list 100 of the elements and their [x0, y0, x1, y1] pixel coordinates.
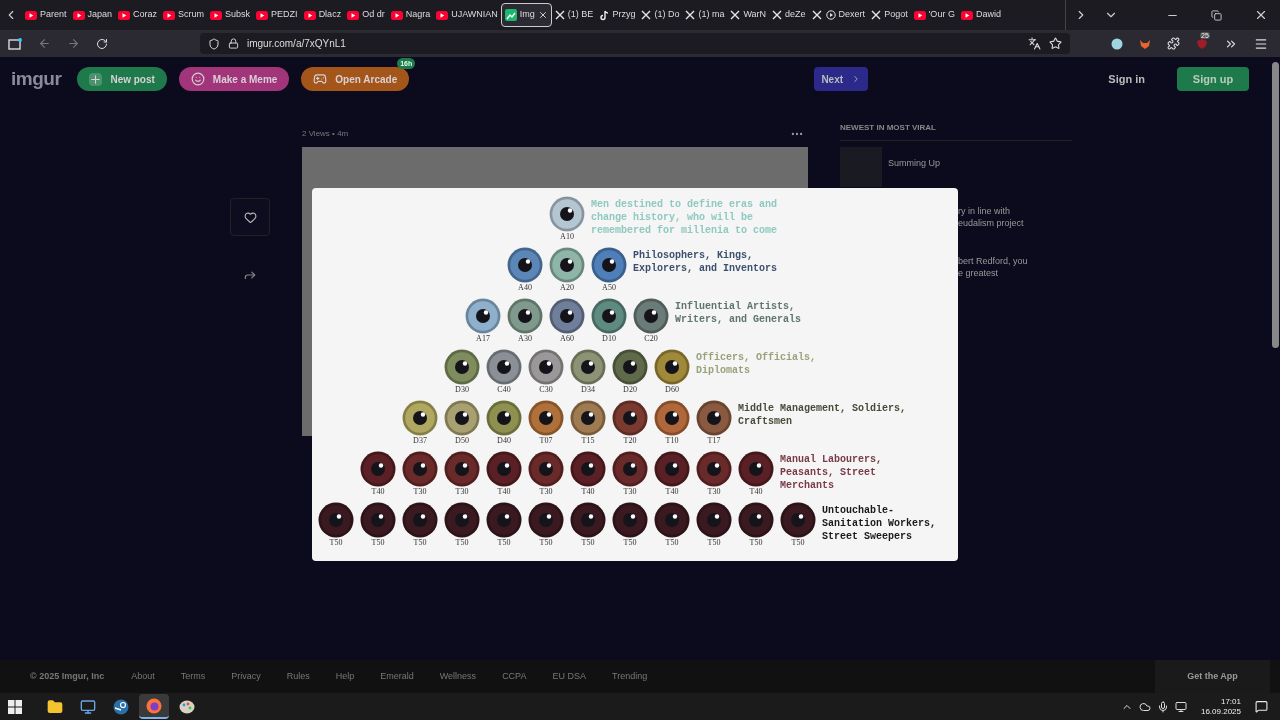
close-icon[interactable]: [537, 10, 548, 20]
footer-link[interactable]: Wellness: [439, 669, 477, 684]
fox-extension-icon[interactable]: [1139, 37, 1151, 50]
header-action-button[interactable]: Make a Meme: [178, 67, 290, 91]
browser-tab[interactable]: Subsk: [207, 3, 254, 27]
header-action-button[interactable]: Open Arcade: [301, 67, 410, 91]
browser-tab[interactable]: Przyg: [596, 3, 639, 27]
folder-icon[interactable]: [47, 698, 63, 715]
footer-link[interactable]: Help: [335, 669, 355, 684]
browser-tab[interactable]: WarN: [727, 3, 770, 27]
eye-code-label: A40: [518, 283, 532, 293]
share-arrow-icon[interactable]: [243, 268, 257, 282]
globe-extension-icon[interactable]: [1111, 37, 1123, 50]
smile-icon: [190, 72, 205, 86]
browser-tab[interactable]: deZe: [769, 3, 809, 27]
get-app-button[interactable]: Get the App: [1155, 660, 1270, 693]
tab-title: UJAWNIAN: [451, 8, 498, 22]
footer-link[interactable]: Rules: [286, 669, 310, 684]
eye-code-label: T30: [413, 487, 427, 497]
translate-icon[interactable]: [1028, 37, 1041, 50]
video-logo-icon: [390, 10, 403, 20]
footer-link[interactable]: Emerald: [380, 669, 414, 684]
gamepad-icon: [313, 72, 328, 86]
header-action-button[interactable]: New post: [77, 67, 167, 91]
viral-post-title: Summing Up: [888, 157, 941, 169]
music-note-icon: [599, 9, 610, 21]
browser-tab[interactable]: Dawid: [957, 3, 1004, 27]
browser-tab[interactable]: Japan: [69, 3, 116, 27]
back-icon[interactable]: [38, 37, 51, 50]
network-icon[interactable]: [1174, 700, 1187, 713]
extensions-icon[interactable]: [1167, 37, 1180, 50]
browser-tab[interactable]: 'Our G: [910, 3, 958, 27]
eye-code-label: T30: [707, 487, 721, 497]
fox-globe-icon[interactable]: [146, 697, 162, 714]
viral-post-title: bert Redford, you: [958, 255, 1028, 267]
browser-tab[interactable]: Scrum: [160, 3, 208, 27]
browser-tab[interactable]: PEDZI: [253, 3, 301, 27]
copyright-text: © 2025 Imgur, Inc: [30, 669, 105, 683]
footer-link[interactable]: Privacy: [231, 669, 261, 684]
video-logo-icon: [436, 10, 449, 20]
shield-extension-icon[interactable]: [1196, 37, 1208, 50]
forward-icon[interactable]: [67, 37, 80, 50]
browser-tab[interactable]: Dlacz: [300, 3, 345, 27]
like-button[interactable]: [230, 198, 270, 236]
browser-tab[interactable]: Pogot: [868, 3, 911, 27]
windows-start-icon[interactable]: [8, 699, 22, 714]
address-bar[interactable]: imgur.com/a/7xQYnL1: [200, 33, 1070, 54]
sidebar-toggle-icon[interactable]: [8, 37, 22, 50]
close-icon[interactable]: [1254, 8, 1268, 22]
notifications-icon[interactable]: [1255, 700, 1268, 713]
browser-tab[interactable]: Parent: [22, 3, 70, 27]
browser-tab[interactable]: Coraz: [115, 3, 161, 27]
thumbnail-placeholder: [840, 147, 882, 187]
sign-in-link[interactable]: Sign in: [1108, 70, 1145, 88]
next-button[interactable]: Next: [814, 67, 869, 91]
shield-icon[interactable]: [208, 37, 220, 50]
browser-tab[interactable]: Od dr: [344, 3, 388, 27]
eye-code-label: D37: [413, 436, 427, 446]
x-logo-icon: [871, 10, 882, 20]
footer-link[interactable]: Trending: [612, 669, 648, 684]
eye-code-label: T40: [665, 487, 679, 497]
browser-tab[interactable]: (1) ma: [682, 3, 728, 27]
lock-icon[interactable]: [228, 38, 239, 49]
play-circle-icon: [825, 10, 836, 20]
reload-icon[interactable]: [96, 37, 108, 50]
tab-title: Nagra: [405, 8, 431, 22]
browser-tab[interactable]: UJAWNIAN: [433, 3, 501, 27]
viral-post-item[interactable]: Summing Up: [840, 141, 1072, 191]
x-logo-icon: [811, 10, 822, 20]
eye-code-label: D10: [602, 334, 616, 344]
x-logo-icon: [685, 10, 696, 20]
footer-link[interactable]: CCPA: [502, 669, 527, 684]
browser-tab[interactable]: (1) BE: [551, 3, 597, 27]
browser-tab[interactable]: Dexert: [808, 3, 869, 27]
browser-tab[interactable]: (1) Do: [638, 3, 683, 27]
footer-link[interactable]: About: [131, 669, 155, 684]
restore-icon[interactable]: [1211, 9, 1222, 21]
browser-tab[interactable]: Nagra: [387, 3, 434, 27]
footer-link[interactable]: Terms: [180, 669, 206, 684]
cloud-icon[interactable]: [1138, 700, 1151, 713]
site-logo[interactable]: imgur: [11, 64, 62, 94]
monitor-icon[interactable]: [80, 698, 96, 715]
steam-icon[interactable]: [113, 698, 129, 715]
eye-code-label: C40: [497, 385, 511, 395]
x-logo-icon: [641, 10, 652, 20]
eye-code-label: T30: [623, 487, 637, 497]
microphone-icon[interactable]: [1156, 700, 1169, 713]
eye-code-label: T30: [539, 487, 553, 497]
browser-tab[interactable]: Img: [500, 3, 552, 27]
eye-code-label: T50: [539, 538, 553, 548]
eye-code-label: T30: [455, 487, 469, 497]
tab-title: Japan: [87, 8, 113, 22]
tab-title: (1) ma: [698, 8, 725, 22]
clock[interactable]: 17:01 16.09.2025: [1200, 696, 1241, 717]
taskbar-app[interactable]: [139, 694, 169, 719]
menu-icon[interactable]: [1254, 36, 1268, 51]
palette-icon[interactable]: [179, 698, 195, 715]
eye-code-label: A30: [518, 334, 532, 344]
bookmark-star-icon[interactable]: [1049, 37, 1062, 50]
footer-link[interactable]: EU DSA: [552, 669, 586, 684]
